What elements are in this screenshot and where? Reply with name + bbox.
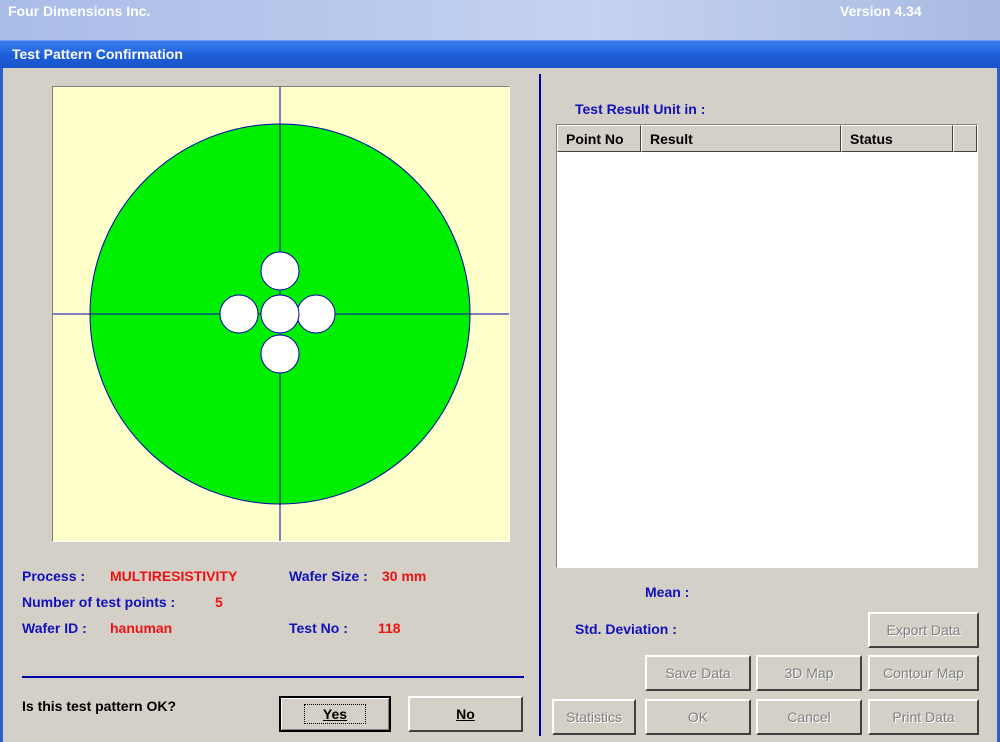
wafer-id-label: Wafer ID :: [22, 620, 87, 636]
export-data-label: Export Data: [886, 622, 961, 638]
results-table-header: Point No Result Status: [557, 125, 977, 152]
print-data-button[interactable]: Print Data: [868, 699, 979, 735]
wafer-size-label: Wafer Size :: [289, 568, 368, 584]
test-point-top: [260, 251, 300, 291]
3d-map-label: 3D Map: [784, 665, 834, 681]
no-button-label: No: [456, 706, 475, 722]
ok-label: OK: [687, 709, 709, 725]
cancel-label: Cancel: [787, 709, 831, 725]
column-result[interactable]: Result: [641, 125, 841, 152]
cancel-button[interactable]: Cancel: [756, 699, 862, 735]
wafer-pattern-canvas: [52, 86, 510, 542]
process-label: Process :: [22, 568, 86, 584]
test-point-center: [260, 294, 300, 334]
column-point-no[interactable]: Point No: [557, 125, 641, 152]
std-deviation-label: Std. Deviation :: [575, 621, 677, 637]
result-unit-label: Test Result Unit in :: [575, 101, 706, 117]
statistics-label: Statistics: [565, 709, 622, 725]
column-filler: [953, 125, 977, 152]
statistics-button[interactable]: Statistics: [552, 699, 636, 735]
test-no-value: 118: [378, 620, 401, 636]
no-button[interactable]: No: [408, 696, 523, 732]
test-point-bottom: [260, 334, 300, 374]
test-point-right: [296, 294, 336, 334]
contour-map-button[interactable]: Contour Map: [868, 655, 979, 691]
test-points-value: 5: [215, 594, 223, 610]
column-status[interactable]: Status: [841, 125, 953, 152]
process-value: MULTIRESISTIVITY: [110, 568, 238, 584]
wafer-size-value: 30 mm: [382, 568, 427, 584]
vertical-divider: [539, 74, 541, 736]
test-points-label: Number of test points :: [22, 594, 176, 610]
test-point-left: [219, 294, 259, 334]
yes-button[interactable]: Yes: [279, 696, 391, 732]
confirm-question: Is this test pattern OK?: [22, 698, 177, 714]
app-title: Four Dimensions Inc.: [8, 3, 151, 19]
save-data-button[interactable]: Save Data: [645, 655, 751, 691]
wafer-id-value: hanuman: [110, 620, 173, 636]
contour-map-label: Contour Map: [883, 665, 964, 681]
version-label: Version 4.34: [840, 3, 922, 19]
results-table[interactable]: Point No Result Status: [556, 124, 978, 568]
test-no-label: Test No :: [289, 620, 348, 636]
wafer-diagram: [53, 87, 509, 541]
yes-button-label: Yes: [303, 704, 367, 724]
app-title-bar: Four Dimensions Inc. Version 4.34: [0, 0, 1000, 40]
ok-button[interactable]: OK: [645, 699, 751, 735]
dialog-title: Test Pattern Confirmation: [12, 46, 183, 62]
print-data-label: Print Data: [892, 709, 955, 725]
3d-map-button[interactable]: 3D Map: [756, 655, 862, 691]
mean-label: Mean :: [645, 584, 690, 600]
export-data-button[interactable]: Export Data: [868, 612, 979, 648]
dialog-title-bar[interactable]: Test Pattern Confirmation: [0, 40, 1000, 69]
save-data-label: Save Data: [665, 665, 731, 681]
horizontal-divider: [22, 676, 524, 678]
